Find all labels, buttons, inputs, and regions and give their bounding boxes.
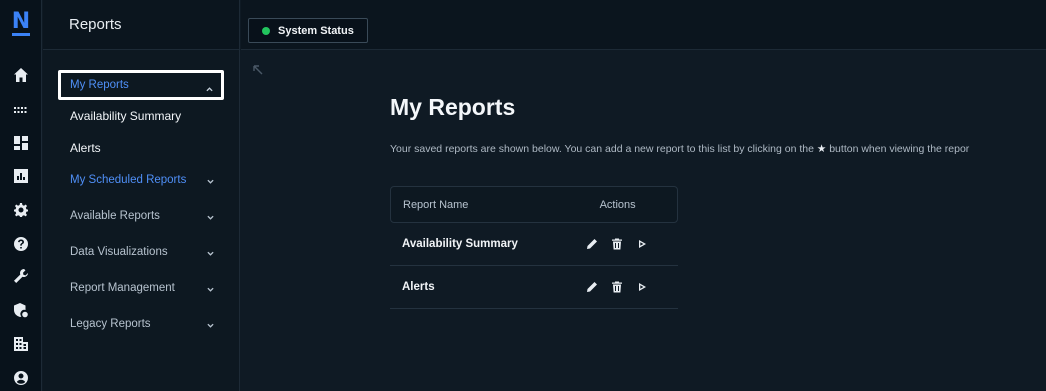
sidebar-item-available-reports[interactable]: Available Reports [58, 198, 224, 234]
play-icon[interactable] [635, 280, 649, 294]
system-status-tab[interactable]: System Status [248, 18, 368, 43]
report-name-cell: Alerts [402, 281, 435, 293]
collapse-arrow-icon[interactable] [252, 63, 264, 75]
help-icon[interactable] [10, 233, 32, 255]
sidebar-item-my-reports[interactable]: My Reports [58, 70, 224, 100]
chevron-down-icon [207, 248, 214, 256]
building-icon[interactable] [10, 333, 32, 355]
chevron-down-icon [207, 284, 214, 292]
row-actions [585, 237, 649, 251]
reports-nav: My Reports Availability Summary Alerts M… [58, 70, 224, 342]
report-name-cell: Availability Summary [402, 238, 518, 250]
dashboard-icon[interactable] [10, 132, 32, 154]
app-window: N Reports My Reports Availability Summar… [0, 0, 1046, 391]
sidebar-item-label: Report Management [70, 282, 175, 294]
chart-icon[interactable] [10, 165, 32, 187]
sidebar-item-data-visualizations[interactable]: Data Visualizations [58, 234, 224, 270]
sidebar-item-alerts[interactable]: Alerts [58, 134, 224, 162]
reports-table: Report Name Actions Availability Summary… [390, 186, 678, 309]
wrench-icon[interactable] [10, 265, 32, 287]
table-row: Alerts [390, 266, 678, 309]
grid-dots-icon[interactable] [10, 99, 32, 121]
sidebar-item-label: My Scheduled Reports [70, 174, 187, 186]
chevron-down-icon [207, 212, 214, 220]
trash-icon[interactable] [610, 280, 624, 294]
sidebar-item-legacy-reports[interactable]: Legacy Reports [58, 306, 224, 342]
trash-icon[interactable] [610, 237, 624, 251]
sidebar-item-label: Availability Summary [70, 109, 182, 123]
page-description: Your saved reports are shown below. You … [390, 143, 1046, 155]
gear-icon[interactable] [10, 199, 32, 221]
sidebar-item-label: Legacy Reports [70, 318, 151, 330]
sidebar-item-report-management[interactable]: Report Management [58, 270, 224, 306]
edit-pencil-icon[interactable] [585, 237, 599, 251]
status-dot-icon [262, 26, 270, 35]
description-text-start: Your saved reports are shown below. You … [390, 143, 814, 155]
top-bar: System Status [241, 0, 1046, 50]
reports-sidebar: Reports My Reports Availability Summary … [43, 0, 240, 391]
star-icon: ★ [816, 143, 827, 155]
chevron-up-icon [206, 84, 213, 92]
app-logo[interactable]: N [11, 10, 31, 36]
edit-pencil-icon[interactable] [585, 280, 599, 294]
icon-rail: N [0, 0, 42, 391]
sidebar-item-label: Available Reports [70, 210, 160, 222]
sidebar-item-label: Alerts [70, 141, 101, 155]
sidebar-item-availability-summary[interactable]: Availability Summary [58, 102, 224, 130]
chevron-down-icon [207, 320, 214, 328]
sidebar-item-my-scheduled-reports[interactable]: My Scheduled Reports [58, 162, 224, 198]
row-actions [585, 280, 649, 294]
page-title: My Reports [390, 94, 516, 120]
column-header-report-name: Report Name [403, 198, 469, 211]
user-icon[interactable] [10, 367, 32, 389]
sidebar-item-label: My Reports [70, 79, 129, 91]
system-status-label: System Status [278, 24, 354, 37]
home-icon[interactable] [10, 64, 32, 86]
sidebar-title: Reports [43, 0, 239, 50]
table-row: Availability Summary [390, 223, 678, 266]
shield-icon[interactable] [10, 299, 32, 321]
description-text-end: button when viewing the repor [829, 143, 970, 155]
main-content: My Reports Your saved reports are shown … [241, 51, 1046, 391]
play-icon[interactable] [635, 237, 649, 251]
table-header: Report Name Actions [390, 186, 678, 223]
column-header-actions: Actions [599, 198, 636, 211]
sidebar-item-label: Data Visualizations [70, 246, 168, 258]
chevron-down-icon [207, 176, 214, 184]
